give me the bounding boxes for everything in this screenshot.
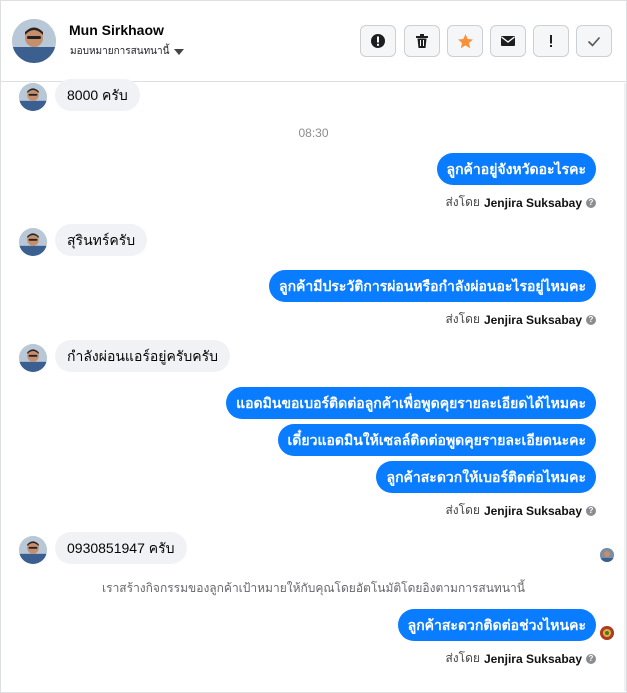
sender-name: Jenjira Suksabay [483, 312, 582, 327]
sender-name: Jenjira Suksabay [483, 195, 582, 210]
mark-important-button[interactable] [533, 25, 569, 57]
avatar [19, 228, 47, 256]
spam-button[interactable] [360, 25, 396, 57]
outgoing-message: ลูกค้าสะดวกติดต่อช่วงไหนคะ [397, 609, 596, 641]
sender-name: Jenjira Suksabay [483, 503, 582, 518]
sent-by-prefix: ส่งโดย [445, 651, 480, 665]
avatar[interactable] [12, 19, 56, 63]
alert-circle-icon [371, 34, 385, 48]
outgoing-message: แอดมินขอเบอร์ติดต่อลูกค้าเพื่อพูดคุยรายล… [226, 387, 596, 419]
star-icon [457, 33, 473, 48]
star-button[interactable] [447, 25, 483, 57]
read-receipt-avatar [600, 548, 614, 562]
conversation-header: Mun Sirkhaow มอบหมายการสนทนานี้ [1, 1, 626, 82]
outgoing-message: เดี๋ยวแอดมินให้เซลล์ติดต่อพูดคุยรายละเอี… [277, 424, 596, 456]
incoming-message: 0930851947 ครับ [55, 532, 187, 564]
outgoing-message: ลูกค้ามีประวัติการผ่อนหรือกำลังผ่อนอะไรอ… [268, 270, 596, 302]
sent-by-label: ส่งโดย Jenjira Suksabay ? [445, 310, 596, 329]
sent-by-prefix: ส่งโดย [445, 195, 480, 209]
incoming-message: 8000 ครับ [55, 79, 140, 111]
help-icon[interactable]: ? [586, 197, 596, 208]
sent-by-prefix: ส่งโดย [445, 312, 480, 326]
envelope-icon [501, 36, 515, 46]
avatar [19, 536, 47, 564]
help-icon[interactable]: ? [586, 314, 596, 325]
trash-icon [416, 34, 428, 48]
conversation-panel: Mun Sirkhaow มอบหมายการสนทนานี้ 8000 ครั… [0, 0, 627, 693]
outgoing-message: ลูกค้าสะดวกให้เบอร์ติดต่อไหมคะ [376, 461, 596, 493]
avatar [19, 344, 47, 372]
timestamp: 08:30 [298, 126, 329, 140]
incoming-message: สุรินทร์ครับ [55, 224, 148, 256]
delete-button[interactable] [404, 25, 440, 57]
incoming-message: กำลังผ่อนแอร์อยู่ครับครับ [55, 340, 231, 372]
check-icon [587, 36, 601, 47]
sender-name: Jenjira Suksabay [483, 651, 582, 666]
exclamation-icon [550, 35, 552, 47]
sent-by-label: ส่งโดย Jenjira Suksabay ? [445, 649, 596, 668]
help-icon[interactable]: ? [586, 653, 596, 664]
scrollbar[interactable] [624, 83, 626, 691]
seen-indicator-avatar [600, 626, 614, 640]
system-notice: เราสร้างกิจกรรมของลูกค้าเป้าหมายให้กับคุ… [102, 581, 525, 595]
sent-by-prefix: ส่งโดย [445, 503, 480, 517]
help-icon[interactable]: ? [586, 505, 596, 516]
sent-by-label: ส่งโดย Jenjira Suksabay ? [445, 193, 596, 212]
sent-by-label: ส่งโดย Jenjira Suksabay ? [445, 501, 596, 520]
assign-label: มอบหมายการสนทนานี้ [70, 46, 170, 57]
caret-down-icon [174, 48, 185, 55]
assign-conversation-dropdown[interactable]: มอบหมายการสนทนานี้ [70, 44, 185, 59]
mark-done-button[interactable] [576, 25, 612, 57]
avatar [19, 83, 47, 111]
move-to-inbox-button[interactable] [490, 25, 526, 57]
contact-name[interactable]: Mun Sirkhaow [69, 22, 164, 38]
outgoing-message: ลูกค้าอยู่จังหวัดอะไรคะ [436, 153, 596, 185]
